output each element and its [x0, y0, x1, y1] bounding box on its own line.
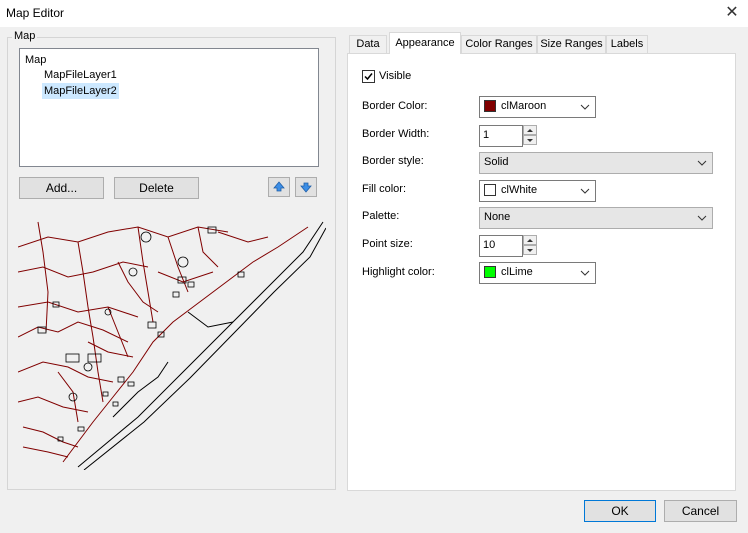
highlight-color-value: clLime: [501, 266, 533, 278]
spin-up-icon[interactable]: [523, 235, 537, 245]
arrow-down-icon: [300, 182, 312, 193]
tab-size-ranges[interactable]: Size Ranges: [537, 35, 606, 53]
tree-node-layer2[interactable]: MapFileLayer2: [42, 83, 119, 99]
border-style-select[interactable]: Solid: [479, 152, 713, 174]
palette-label: Palette:: [362, 210, 400, 222]
add-button[interactable]: Add...: [19, 177, 104, 199]
point-size-stepper[interactable]: [523, 235, 537, 255]
map-preview: [18, 221, 326, 470]
border-width-input[interactable]: 1: [479, 125, 523, 147]
map-roads: [18, 221, 309, 463]
fill-color-select[interactable]: clWhite: [479, 180, 596, 202]
spin-down-icon[interactable]: [523, 135, 537, 145]
delete-button[interactable]: Delete: [114, 177, 199, 199]
fill-color-swatch: [484, 184, 496, 196]
visible-checkbox[interactable]: [362, 70, 375, 83]
border-style-value: Solid: [484, 156, 509, 168]
highlight-color-swatch: [484, 266, 496, 278]
point-size-label: Point size:: [362, 238, 413, 250]
border-color-value: clMaroon: [501, 100, 547, 112]
move-up-button[interactable]: [268, 177, 290, 197]
border-width-stepper[interactable]: [523, 125, 537, 145]
palette-value: None: [484, 211, 511, 223]
chevron-down-icon: [697, 160, 707, 166]
map-features: [37, 226, 245, 442]
fill-color-value: clWhite: [501, 184, 538, 196]
border-width-value: 1: [483, 129, 490, 141]
chevron-down-icon: [580, 188, 590, 194]
fill-color-label: Fill color:: [362, 183, 407, 195]
tab-labels[interactable]: Labels: [606, 35, 648, 53]
border-width-label: Border Width:: [362, 128, 430, 140]
highlight-color-label: Highlight color:: [362, 266, 435, 278]
chevron-down-icon: [580, 270, 590, 276]
border-style-label: Border style:: [362, 155, 424, 167]
highlight-color-select[interactable]: clLime: [479, 262, 596, 284]
cancel-button[interactable]: Cancel: [664, 500, 737, 522]
arrow-up-icon: [273, 181, 285, 192]
border-color-label: Border Color:: [362, 100, 428, 112]
chevron-down-icon: [580, 104, 590, 110]
border-color-swatch: [484, 100, 496, 112]
tab-data[interactable]: Data: [349, 35, 387, 53]
point-size-value: 10: [483, 239, 496, 251]
title-bar: [0, 0, 748, 27]
tree-node-map[interactable]: Map: [23, 52, 48, 68]
border-color-select[interactable]: clMaroon: [479, 96, 596, 118]
checkmark-icon: [364, 73, 373, 81]
close-icon[interactable]: ✕: [716, 0, 748, 27]
tree-node-layer1[interactable]: MapFileLayer1: [42, 67, 119, 83]
tab-color-ranges[interactable]: Color Ranges: [461, 35, 537, 53]
ok-button[interactable]: OK: [584, 500, 656, 522]
move-down-button[interactable]: [295, 177, 317, 197]
chevron-down-icon: [697, 215, 707, 221]
spin-up-icon[interactable]: [523, 125, 537, 135]
map-group-label: Map: [12, 30, 38, 42]
palette-select[interactable]: None: [479, 207, 713, 229]
layer-tree[interactable]: Map MapFileLayer1 MapFileLayer2: [19, 48, 319, 167]
window-title: Map Editor: [6, 6, 65, 20]
visible-label: Visible: [379, 70, 412, 82]
map-coastline: [77, 221, 326, 470]
spin-down-icon[interactable]: [523, 245, 537, 255]
point-size-input[interactable]: 10: [479, 235, 523, 257]
tab-appearance[interactable]: Appearance: [389, 32, 461, 54]
